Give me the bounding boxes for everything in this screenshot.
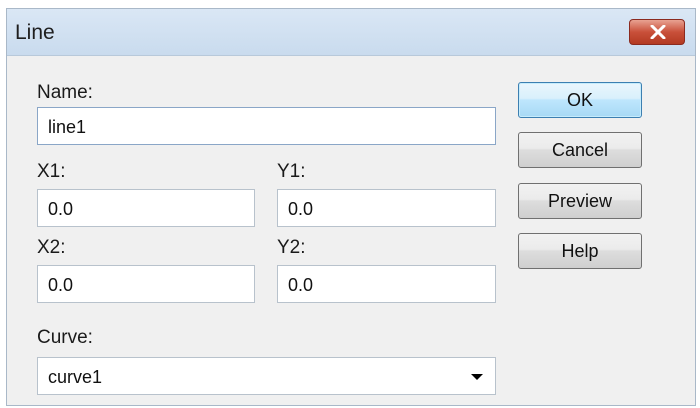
- x1-value: 0.0: [48, 199, 74, 219]
- curve-value: curve1: [48, 367, 103, 387]
- cancel-button[interactable]: Cancel: [518, 132, 642, 168]
- close-icon: [650, 25, 666, 39]
- name-label: Name:: [37, 82, 93, 103]
- x2-label: X2:: [37, 237, 66, 258]
- y1-label: Y1:: [277, 161, 306, 182]
- ok-button[interactable]: OK: [518, 82, 642, 118]
- name-input[interactable]: line1: [37, 107, 496, 145]
- y2-value: 0.0: [288, 275, 314, 295]
- x1-input[interactable]: 0.0: [37, 189, 255, 227]
- title-bar[interactable]: Line: [7, 9, 695, 56]
- y2-input[interactable]: 0.0: [277, 265, 496, 303]
- close-button[interactable]: [629, 19, 685, 45]
- x2-value: 0.0: [48, 275, 74, 295]
- dialog-title: Line: [15, 21, 55, 44]
- line-dialog: Line Name: line1 X1: 0.0 Y1: 0.0 X2: 0.0…: [6, 8, 696, 406]
- curve-select[interactable]: curve1: [37, 357, 496, 395]
- chevron-down-icon[interactable]: [471, 374, 483, 380]
- y2-label: Y2:: [277, 237, 306, 258]
- x2-input[interactable]: 0.0: [37, 265, 255, 303]
- x1-label: X1:: [37, 161, 66, 182]
- y1-input[interactable]: 0.0: [277, 189, 496, 227]
- help-button[interactable]: Help: [518, 233, 642, 269]
- curve-label: Curve:: [37, 327, 93, 348]
- name-value: line1: [48, 117, 87, 137]
- y1-value: 0.0: [288, 199, 314, 219]
- preview-button[interactable]: Preview: [518, 183, 642, 219]
